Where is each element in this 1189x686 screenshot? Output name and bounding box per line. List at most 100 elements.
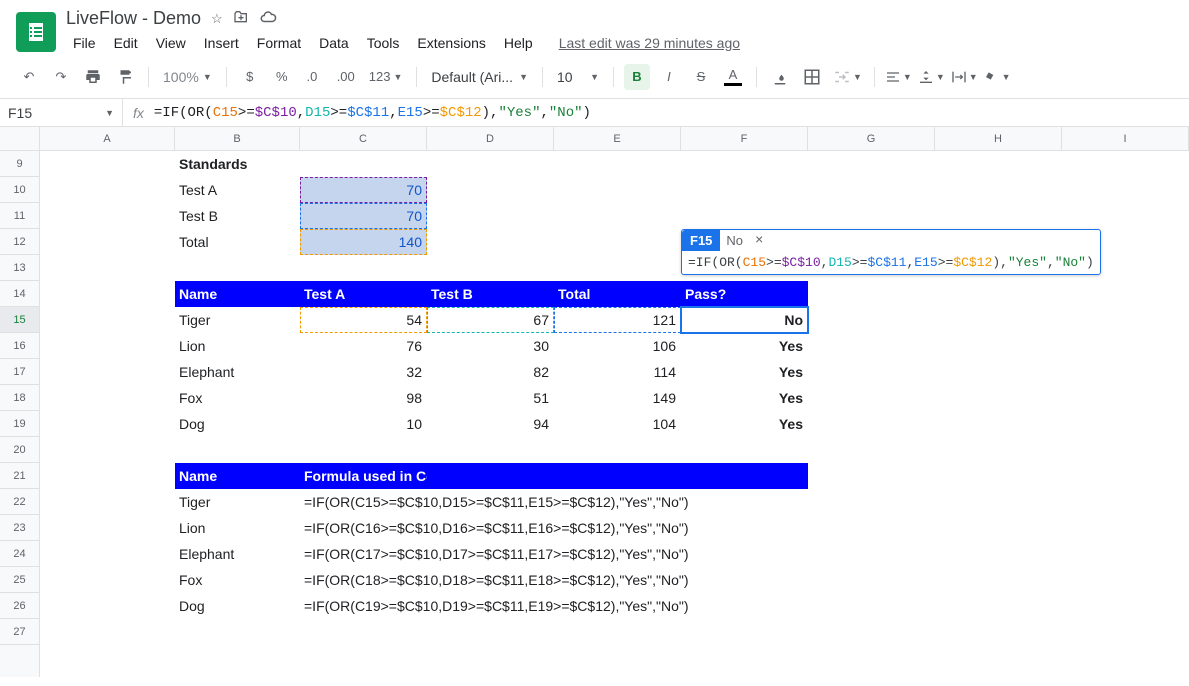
cell-C10[interactable]: 70 <box>300 177 427 203</box>
italic-button[interactable]: I <box>656 64 682 90</box>
cell-A15[interactable] <box>40 307 175 333</box>
cell-C21[interactable]: Formula used in Column F (for "Pass?") <box>300 463 427 489</box>
cell-F15[interactable]: No <box>681 307 808 333</box>
cell-G11[interactable] <box>808 203 935 229</box>
cell-D27[interactable] <box>427 619 554 645</box>
cell-A25[interactable] <box>40 567 175 593</box>
wrap-button[interactable]: ▼ <box>951 64 978 90</box>
cell-G21[interactable] <box>808 463 935 489</box>
cell-D17[interactable]: 82 <box>427 359 554 385</box>
cell-F27[interactable] <box>681 619 808 645</box>
cell-E9[interactable] <box>554 151 681 177</box>
cell-F24[interactable] <box>681 541 808 567</box>
cell-C11[interactable]: 70 <box>300 203 427 229</box>
more-formats-button[interactable]: 123▼ <box>365 64 407 90</box>
cell-C25[interactable]: =IF(OR(C18>=$C$10,D18>=$C$11,E18>=$C$12)… <box>300 567 427 593</box>
cell-E17[interactable]: 114 <box>554 359 681 385</box>
cell-F17[interactable]: Yes <box>681 359 808 385</box>
menu-data[interactable]: Data <box>312 31 356 55</box>
cell-D21[interactable] <box>427 463 554 489</box>
cell-H20[interactable] <box>935 437 1062 463</box>
cell-C14[interactable]: Test A <box>300 281 427 307</box>
cell-I11[interactable] <box>1062 203 1189 229</box>
cell-H11[interactable] <box>935 203 1062 229</box>
cell-A22[interactable] <box>40 489 175 515</box>
cell-D26[interactable] <box>427 593 554 619</box>
row-header-12[interactable]: 12 <box>0 229 39 255</box>
font-size-select[interactable]: 10▼ <box>553 69 603 85</box>
row-header-23[interactable]: 23 <box>0 515 39 541</box>
cell-G20[interactable] <box>808 437 935 463</box>
cell-C12[interactable]: 140 <box>300 229 427 255</box>
cell-D23[interactable] <box>427 515 554 541</box>
cell-B21[interactable]: Name <box>175 463 300 489</box>
cell-F16[interactable]: Yes <box>681 333 808 359</box>
cell-A10[interactable] <box>40 177 175 203</box>
text-color-button[interactable]: A <box>720 64 746 90</box>
sheets-logo[interactable] <box>16 12 56 52</box>
cell-G23[interactable] <box>808 515 935 541</box>
cell-A17[interactable] <box>40 359 175 385</box>
cell-A11[interactable] <box>40 203 175 229</box>
cell-G15[interactable] <box>808 307 935 333</box>
print-button[interactable] <box>80 64 106 90</box>
valign-button[interactable]: ▼ <box>918 64 945 90</box>
row-header-10[interactable]: 10 <box>0 177 39 203</box>
row-header-13[interactable]: 13 <box>0 255 39 281</box>
font-select[interactable]: Default (Ari...▼ <box>427 69 532 85</box>
cell-G9[interactable] <box>808 151 935 177</box>
cell-E14[interactable]: Total <box>554 281 681 307</box>
cell-D12[interactable] <box>427 229 554 255</box>
row-header-16[interactable]: 16 <box>0 333 39 359</box>
cell-D15[interactable]: 67 <box>427 307 554 333</box>
cell-A24[interactable] <box>40 541 175 567</box>
cell-H24[interactable] <box>935 541 1062 567</box>
cell-D16[interactable]: 30 <box>427 333 554 359</box>
cell-E12[interactable] <box>554 229 681 255</box>
row-header-11[interactable]: 11 <box>0 203 39 229</box>
cell-D13[interactable] <box>427 255 554 281</box>
row-header-22[interactable]: 22 <box>0 489 39 515</box>
cell-F20[interactable] <box>681 437 808 463</box>
cell-E22[interactable] <box>554 489 681 515</box>
cell-A27[interactable] <box>40 619 175 645</box>
menu-edit[interactable]: Edit <box>107 31 145 55</box>
cell-G19[interactable] <box>808 411 935 437</box>
undo-button[interactable]: ↶ <box>16 64 42 90</box>
cell-F18[interactable]: Yes <box>681 385 808 411</box>
menu-file[interactable]: File <box>66 31 103 55</box>
cell-D22[interactable] <box>427 489 554 515</box>
cell-B9[interactable]: Standards <box>175 151 300 177</box>
cell-F14[interactable]: Pass? <box>681 281 808 307</box>
decrease-decimal-button[interactable]: .0 <box>301 64 327 90</box>
cell-E26[interactable] <box>554 593 681 619</box>
cell-C16[interactable]: 76 <box>300 333 427 359</box>
menu-insert[interactable]: Insert <box>197 31 246 55</box>
cell-B15[interactable]: Tiger <box>175 307 300 333</box>
cell-I21[interactable] <box>1062 463 1189 489</box>
cell-F22[interactable] <box>681 489 808 515</box>
increase-decimal-button[interactable]: .00 <box>333 64 359 90</box>
cell-F11[interactable] <box>681 203 808 229</box>
cell-E27[interactable] <box>554 619 681 645</box>
col-header-E[interactable]: E <box>554 127 681 151</box>
cell-G22[interactable] <box>808 489 935 515</box>
row-header-19[interactable]: 19 <box>0 411 39 437</box>
cell-C17[interactable]: 32 <box>300 359 427 385</box>
select-all-corner[interactable] <box>0 127 40 151</box>
cell-D10[interactable] <box>427 177 554 203</box>
cell-E20[interactable] <box>554 437 681 463</box>
col-header-D[interactable]: D <box>427 127 554 151</box>
menu-tools[interactable]: Tools <box>360 31 407 55</box>
col-header-G[interactable]: G <box>808 127 935 151</box>
cell-C15[interactable]: 54 <box>300 307 427 333</box>
cell-D11[interactable] <box>427 203 554 229</box>
cell-E16[interactable]: 106 <box>554 333 681 359</box>
cell-I24[interactable] <box>1062 541 1189 567</box>
cell-H10[interactable] <box>935 177 1062 203</box>
col-header-A[interactable]: A <box>40 127 175 151</box>
cell-A23[interactable] <box>40 515 175 541</box>
cell-C19[interactable]: 10 <box>300 411 427 437</box>
cell-B14[interactable]: Name <box>175 281 300 307</box>
cell-H26[interactable] <box>935 593 1062 619</box>
